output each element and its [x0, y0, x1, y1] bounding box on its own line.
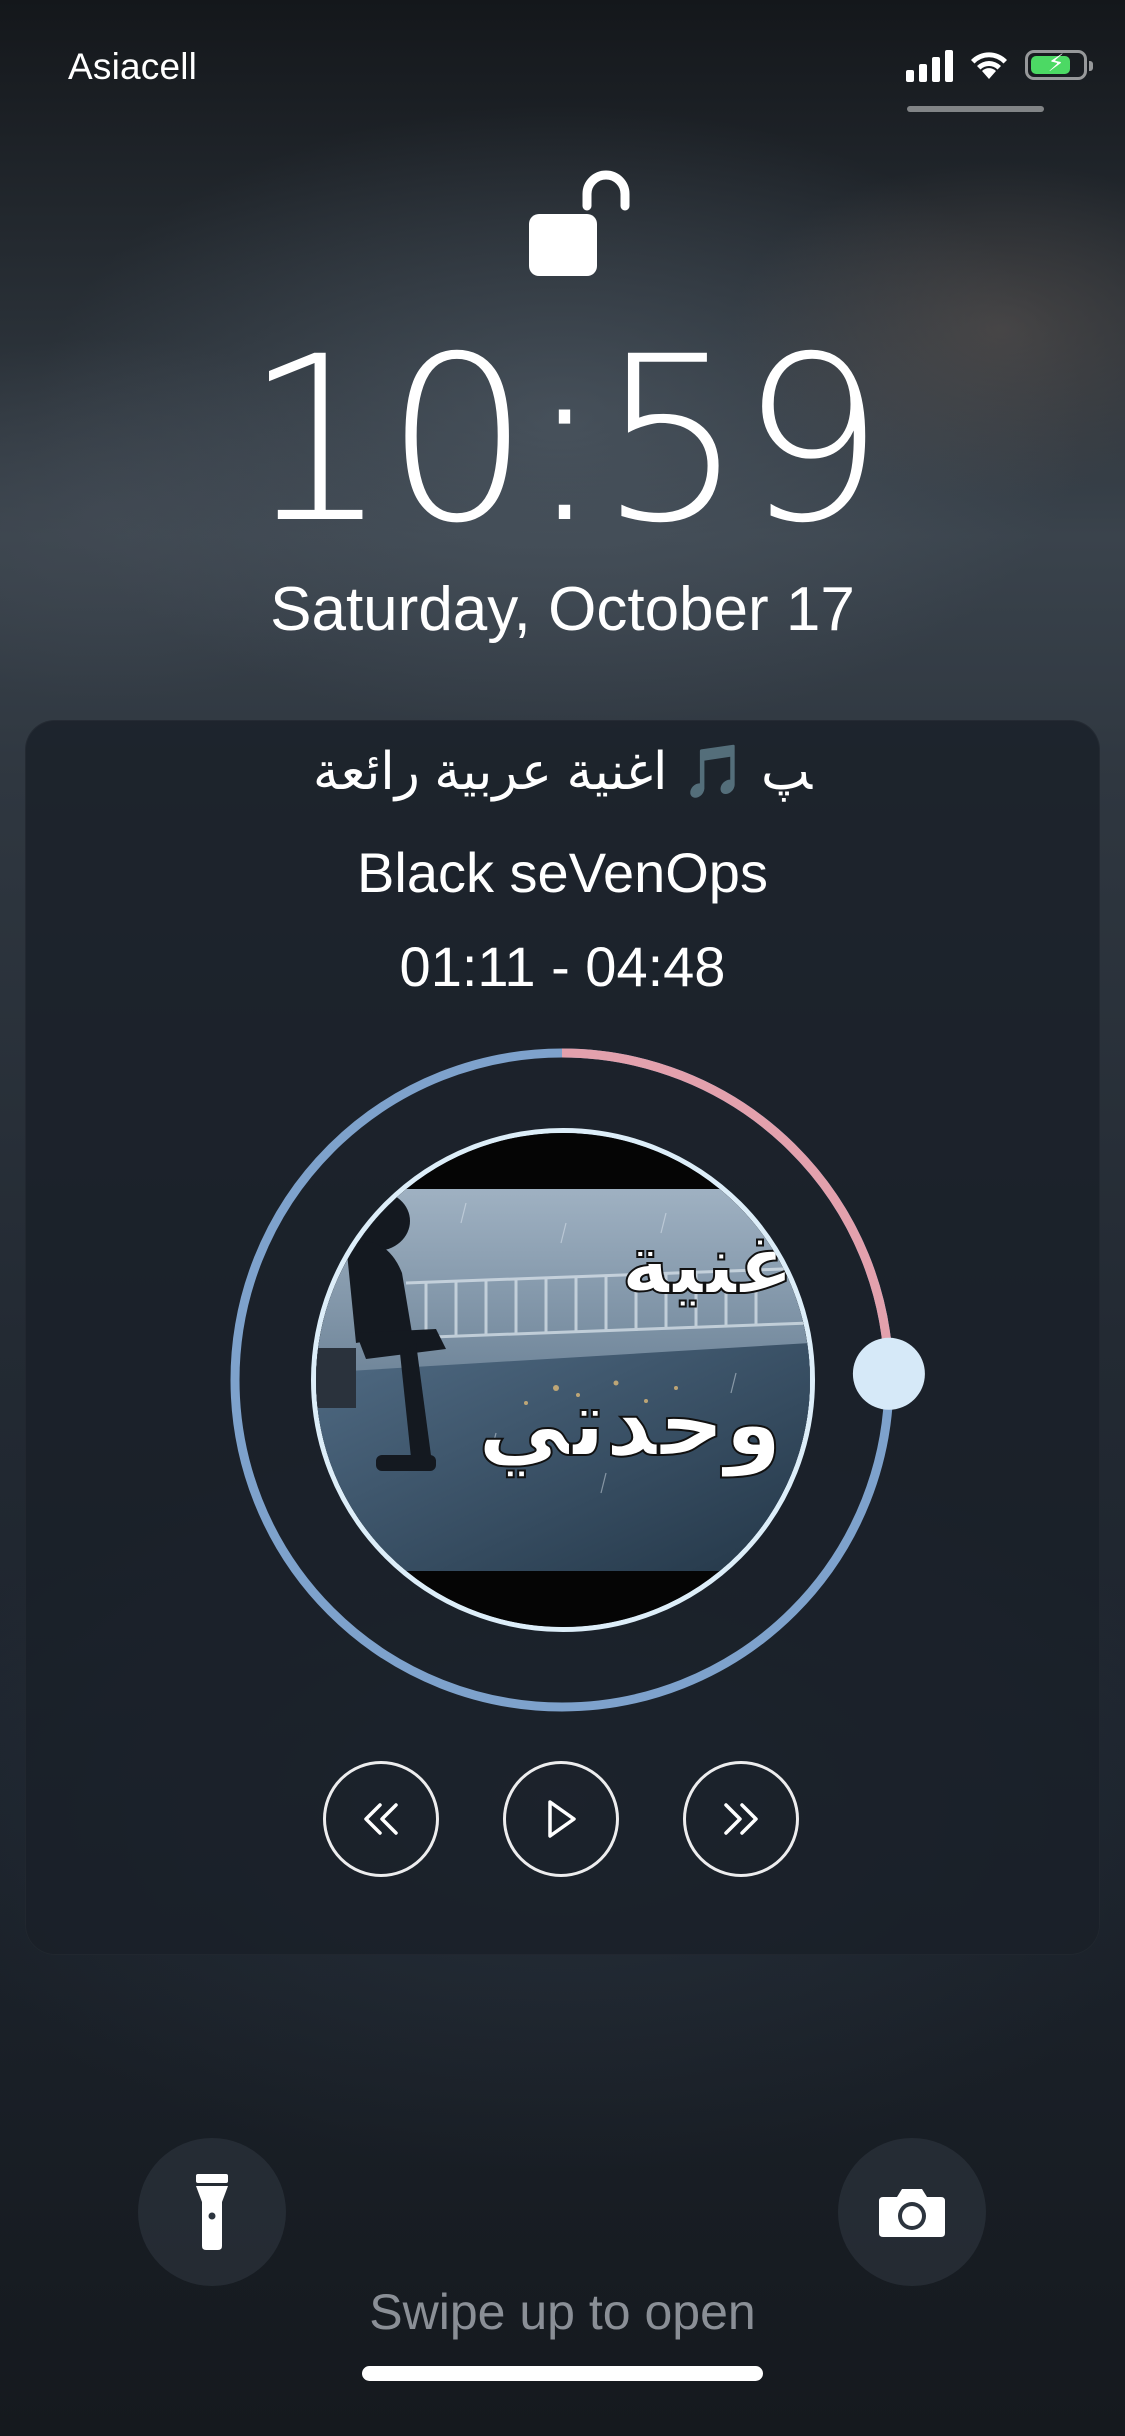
rewind-button[interactable]: [323, 1761, 439, 1877]
flashlight-button[interactable]: [138, 2138, 286, 2286]
battery-charging-icon: ⚡: [1025, 50, 1093, 80]
play-icon: [548, 1800, 576, 1838]
rewind-icon: [364, 1803, 398, 1835]
lock-screen-clock: 10:59: [243, 307, 885, 573]
wifi-icon: [971, 52, 1007, 79]
home-indicator[interactable]: [362, 2366, 763, 2381]
album-artwork: غنية وحدتي: [311, 1128, 815, 1632]
camera-icon: [879, 2189, 945, 2237]
swipe-up-hint: Swipe up to open: [369, 2284, 756, 2340]
cellular-signal-icon: [906, 48, 953, 82]
album-art-text-line2: وحدتي: [478, 1370, 782, 1478]
lock-screen-date: Saturday, October 17: [270, 575, 855, 644]
unlocked-padlock-icon: [529, 170, 630, 276]
play-button[interactable]: [503, 1761, 619, 1877]
control-center-indicator[interactable]: [907, 106, 1044, 112]
album-artwork-image: غنية وحدتي: [316, 1133, 810, 1627]
progress-knob[interactable]: [852, 1337, 925, 1410]
carrier-name: Asiacell: [68, 46, 198, 87]
status-icons: ⚡: [906, 48, 1093, 82]
fast-forward-icon: [724, 1803, 758, 1835]
flashlight-icon: [196, 2174, 228, 2250]
playback-time: 01:11 - 04:48: [399, 935, 726, 998]
fast-forward-button[interactable]: [683, 1761, 799, 1877]
charging-bolt-icon: ⚡: [1047, 50, 1065, 77]
camera-button[interactable]: [838, 2138, 986, 2286]
song-title: ﭗ 🎵 اغنية عربية رائعة: [312, 743, 813, 801]
artist-name: Black seVenOps: [357, 841, 768, 904]
